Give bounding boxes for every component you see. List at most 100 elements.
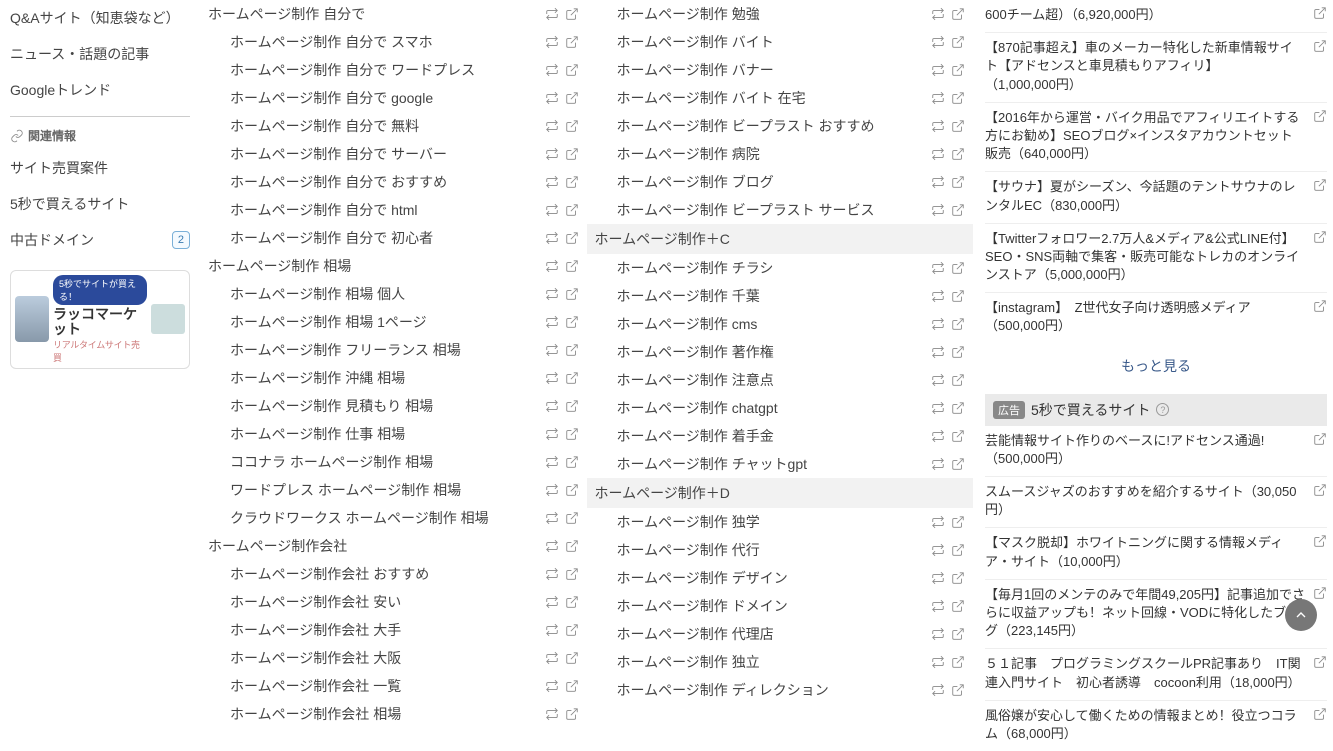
retweet-icon[interactable] — [931, 175, 945, 189]
keyword-text[interactable]: ホームページ制作 chatgpt — [617, 398, 924, 418]
external-link-icon[interactable] — [565, 343, 579, 357]
retweet-icon[interactable] — [545, 399, 559, 413]
retweet-icon[interactable] — [545, 707, 559, 721]
retweet-icon[interactable] — [545, 287, 559, 301]
keyword-text[interactable]: ホームページ制作 バイト — [617, 32, 924, 52]
keyword-text[interactable]: ホームページ制作 cms — [617, 314, 924, 334]
sidebar-item[interactable]: Googleトレンド — [10, 72, 190, 108]
external-link-icon[interactable] — [951, 543, 965, 557]
external-link-icon[interactable] — [951, 119, 965, 133]
keyword-text[interactable]: ホームページ制作 自分で — [208, 4, 537, 24]
external-link-icon[interactable] — [565, 91, 579, 105]
ad-text[interactable]: 【毎月1回のメンテのみで年間49,205円】記事追加でさらに収益アップも！ネット… — [985, 586, 1305, 641]
keyword-text[interactable]: ホームページ制作会社 大手 — [230, 620, 537, 640]
ad-item[interactable]: 【870記事超え】車のメーカー特化した新車情報サイト【アドセンスと車見積もりアフ… — [985, 33, 1327, 103]
retweet-icon[interactable] — [931, 147, 945, 161]
external-link-icon[interactable] — [565, 203, 579, 217]
ad-text[interactable]: 600チーム超）（6,920,000円） — [985, 6, 1305, 24]
external-link-icon[interactable] — [565, 231, 579, 245]
retweet-icon[interactable] — [931, 627, 945, 641]
external-link-icon[interactable] — [1313, 178, 1327, 192]
keyword-text[interactable]: ホームページ制作 独学 — [617, 512, 924, 532]
retweet-icon[interactable] — [931, 599, 945, 613]
external-link-icon[interactable] — [565, 651, 579, 665]
external-link-icon[interactable] — [951, 655, 965, 669]
keyword-text[interactable]: ホームページ制作会社 — [208, 536, 537, 556]
keyword-text[interactable]: ホームページ制作会社 大阪 — [230, 648, 537, 668]
ad-text[interactable]: 【870記事超え】車のメーカー特化した新車情報サイト【アドセンスと車見積もりアフ… — [985, 39, 1305, 94]
external-link-icon[interactable] — [1313, 483, 1327, 497]
keyword-text[interactable]: ホームページ制作 沖縄 相場 — [230, 368, 537, 388]
external-link-icon[interactable] — [565, 63, 579, 77]
external-link-icon[interactable] — [951, 203, 965, 217]
retweet-icon[interactable] — [931, 373, 945, 387]
keyword-text[interactable]: ホームページ制作会社 相場 — [230, 704, 537, 724]
external-link-icon[interactable] — [951, 429, 965, 443]
keyword-text[interactable]: ホームページ制作 仕事 相場 — [230, 424, 537, 444]
ad-item[interactable]: 【instagram】 Z世代女子向け透明感メディア（500,000円） — [985, 293, 1327, 343]
external-link-icon[interactable] — [951, 457, 965, 471]
ad-text[interactable]: 【マスク脱却】ホワイトニングに関する情報メディア・サイト（10,000円） — [985, 534, 1305, 570]
keyword-text[interactable]: ホームページ制作 着手金 — [617, 426, 924, 446]
keyword-text[interactable]: ホームページ制作 病院 — [617, 144, 924, 164]
sidebar-item[interactable]: ニュース・話題の記事 — [10, 36, 190, 72]
keyword-text[interactable]: ホームページ制作会社 おすすめ — [230, 564, 537, 584]
external-link-icon[interactable] — [565, 399, 579, 413]
external-link-icon[interactable] — [565, 147, 579, 161]
retweet-icon[interactable] — [545, 623, 559, 637]
keyword-text[interactable]: ホームページ制作 ディレクション — [617, 680, 924, 700]
keyword-text[interactable]: ワードプレス ホームページ制作 相場 — [230, 480, 537, 500]
retweet-icon[interactable] — [931, 7, 945, 21]
keyword-text[interactable]: ホームページ制作 自分で 初心者 — [230, 228, 537, 248]
keyword-text[interactable]: ホームページ制作 バイト 在宅 — [617, 88, 924, 108]
retweet-icon[interactable] — [545, 371, 559, 385]
retweet-icon[interactable] — [931, 91, 945, 105]
external-link-icon[interactable] — [1313, 534, 1327, 548]
retweet-icon[interactable] — [545, 483, 559, 497]
external-link-icon[interactable] — [1313, 299, 1327, 313]
external-link-icon[interactable] — [951, 261, 965, 275]
external-link-icon[interactable] — [951, 35, 965, 49]
more-link[interactable]: もっと見る — [985, 344, 1327, 388]
keyword-text[interactable]: ホームページ制作 自分で ワードプレス — [230, 60, 537, 80]
keyword-text[interactable]: ホームページ制作 代理店 — [617, 624, 924, 644]
external-link-icon[interactable] — [565, 119, 579, 133]
keyword-text[interactable]: ホームページ制作 自分で 無料 — [230, 116, 537, 136]
ad-text[interactable]: 【instagram】 Z世代女子向け透明感メディア（500,000円） — [985, 299, 1305, 335]
retweet-icon[interactable] — [545, 203, 559, 217]
retweet-icon[interactable] — [545, 35, 559, 49]
keyword-text[interactable]: ホームページ制作 バナー — [617, 60, 924, 80]
external-link-icon[interactable] — [1313, 586, 1327, 600]
retweet-icon[interactable] — [931, 543, 945, 557]
external-link-icon[interactable] — [565, 539, 579, 553]
retweet-icon[interactable] — [545, 7, 559, 21]
external-link-icon[interactable] — [565, 511, 579, 525]
sidebar-related-item[interactable]: 中古ドメイン2 — [10, 222, 190, 258]
ad-item[interactable]: 【毎月1回のメンテのみで年間49,205円】記事追加でさらに収益アップも！ネット… — [985, 580, 1327, 650]
ad-item[interactable]: スムースジャズのおすすめを紹介するサイト（30,050円） — [985, 477, 1327, 528]
keyword-text[interactable]: ホームページ制作 相場 1ページ — [230, 312, 537, 332]
external-link-icon[interactable] — [565, 175, 579, 189]
keyword-text[interactable]: ホームページ制作 独立 — [617, 652, 924, 672]
keyword-text[interactable]: ホームページ制作 見積もり 相場 — [230, 396, 537, 416]
external-link-icon[interactable] — [1313, 432, 1327, 446]
retweet-icon[interactable] — [545, 315, 559, 329]
keyword-text[interactable]: ホームページ制作 相場 — [208, 256, 537, 276]
keyword-text[interactable]: ホームページ制作 自分で html — [230, 200, 537, 220]
keyword-text[interactable]: ホームページ制作 自分で スマホ — [230, 32, 537, 52]
retweet-icon[interactable] — [931, 35, 945, 49]
retweet-icon[interactable] — [545, 651, 559, 665]
retweet-icon[interactable] — [545, 567, 559, 581]
retweet-icon[interactable] — [545, 63, 559, 77]
external-link-icon[interactable] — [951, 401, 965, 415]
external-link-icon[interactable] — [951, 515, 965, 529]
keyword-text[interactable]: ホームページ制作 代行 — [617, 540, 924, 560]
keyword-text[interactable]: ホームページ制作 デザイン — [617, 568, 924, 588]
external-link-icon[interactable] — [1313, 39, 1327, 53]
retweet-icon[interactable] — [931, 345, 945, 359]
keyword-text[interactable]: ホームページ制作 著作権 — [617, 342, 924, 362]
retweet-icon[interactable] — [931, 429, 945, 443]
sidebar-related-item[interactable]: 5秒で買えるサイト — [10, 186, 190, 222]
external-link-icon[interactable] — [951, 317, 965, 331]
retweet-icon[interactable] — [545, 679, 559, 693]
